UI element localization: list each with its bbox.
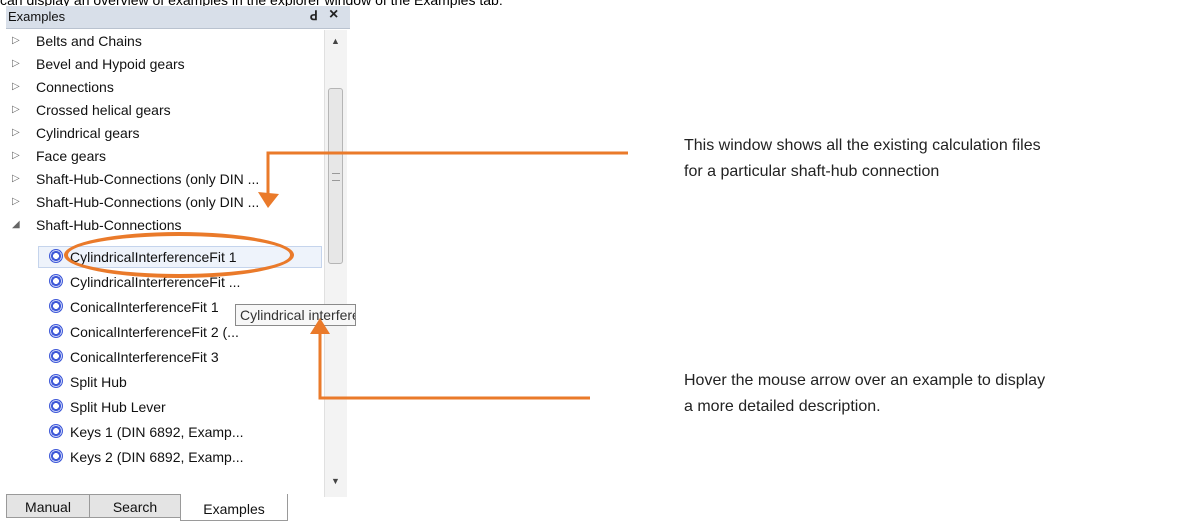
callout-line-top bbox=[266, 151, 628, 196]
callout-arrowhead-top bbox=[258, 192, 279, 208]
callout-line-bottom bbox=[318, 330, 590, 400]
callout-arrowhead-bottom bbox=[310, 318, 330, 334]
callout-lines bbox=[258, 151, 628, 400]
annotation-hover-tip: Hover the mouse arrow over an example to… bbox=[684, 372, 1046, 415]
annotation-window-description: This window shows all the existing calcu… bbox=[684, 137, 1041, 180]
